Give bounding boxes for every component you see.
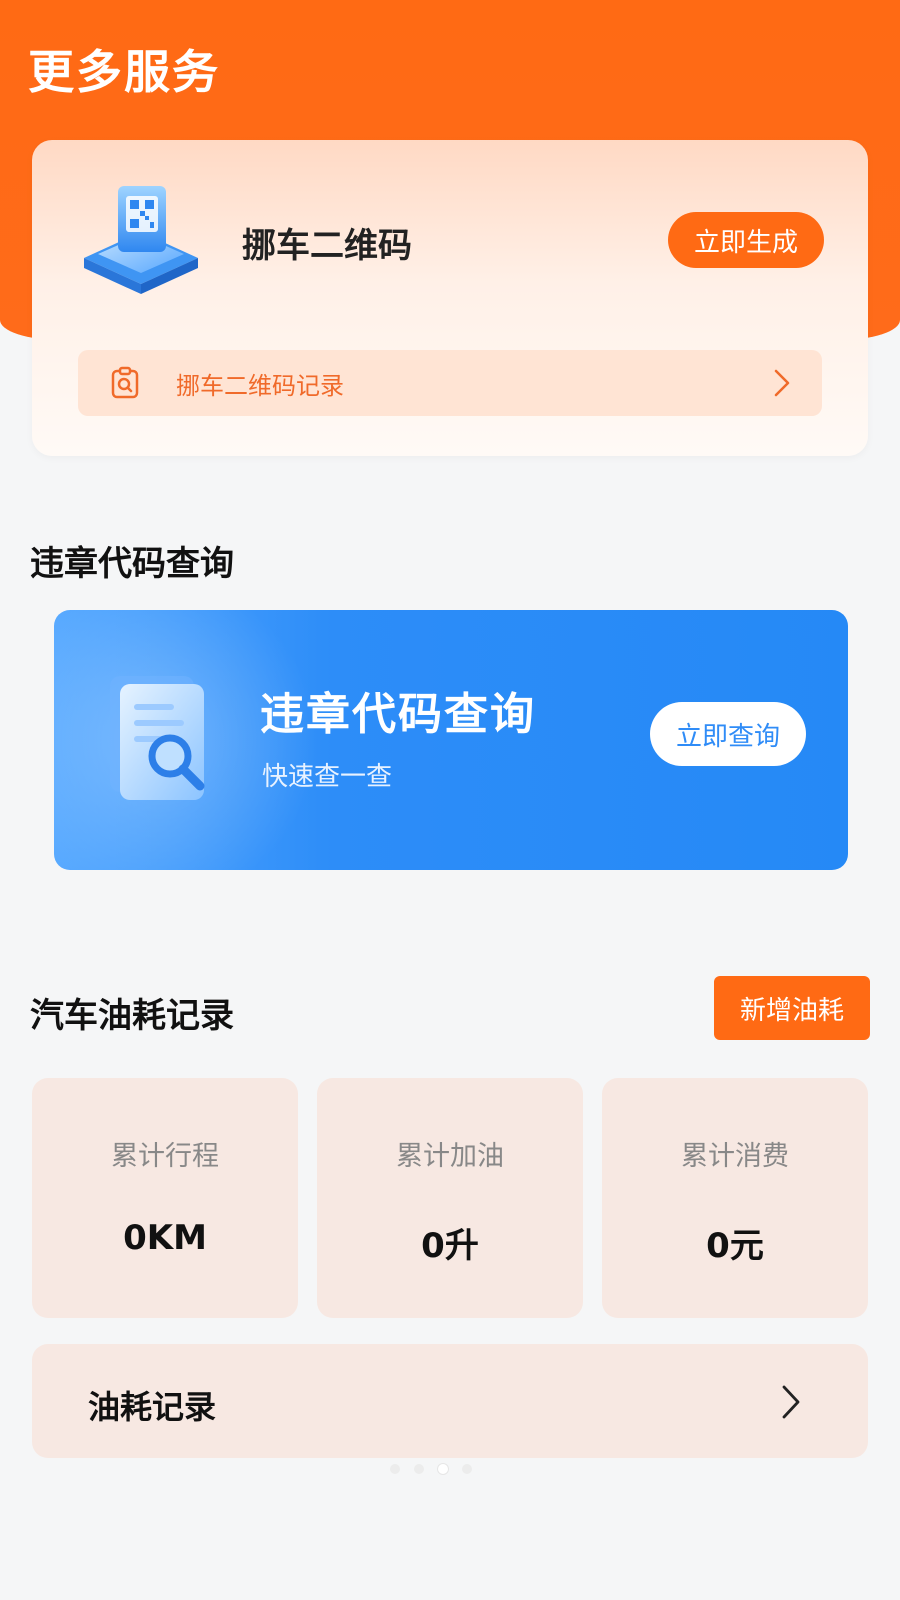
- document-search-icon: [110, 676, 205, 800]
- qr-card-title: 挪车二维码: [242, 226, 412, 266]
- stat-value: 0KM: [123, 1218, 207, 1258]
- stat-label: 累计消费: [681, 1141, 789, 1172]
- stat-total-distance: 累计行程 0KM: [32, 1078, 298, 1318]
- query-now-button[interactable]: 立即查询: [650, 702, 806, 766]
- fuel-record-link[interactable]: 油耗记录: [32, 1344, 868, 1458]
- page-title: 更多服务: [28, 45, 220, 99]
- qr-code-3d-icon: [84, 186, 198, 294]
- generate-now-button[interactable]: 立即生成: [668, 212, 824, 268]
- qr-record-link[interactable]: 挪车二维码记录: [78, 350, 822, 416]
- chevron-right-icon: [774, 369, 790, 397]
- add-fuel-button[interactable]: 新增油耗: [714, 976, 870, 1040]
- page-dot: [390, 1464, 400, 1474]
- page-dot: [462, 1464, 472, 1474]
- stat-total-cost: 累计消费 0元: [602, 1078, 868, 1318]
- stat-label: 累计行程: [111, 1141, 219, 1172]
- chevron-right-icon: [782, 1385, 800, 1419]
- banner-title: 违章代码查询: [260, 689, 536, 740]
- fuel-section-title: 汽车油耗记录: [30, 996, 234, 1036]
- banner-subtitle: 快速查一查: [262, 762, 393, 792]
- stat-label: 累计加油: [396, 1141, 504, 1172]
- fuel-record-label: 油耗记录: [88, 1388, 217, 1426]
- more-services-page: 更多服务 挪车二维码 立即生成 挪车二维码记录 违章代码查询 违章代码查询 快速…: [0, 0, 900, 1600]
- stat-value: 0元: [706, 1226, 764, 1266]
- page-indicator: [390, 1464, 472, 1474]
- violation-query-banner[interactable]: 违章代码查询 快速查一查 立即查询: [54, 610, 848, 870]
- move-car-qr-card: 挪车二维码 立即生成 挪车二维码记录: [32, 140, 868, 456]
- page-dot-active: [438, 1464, 448, 1474]
- stat-total-fuel: 累计加油 0升: [317, 1078, 583, 1318]
- violation-section-title: 违章代码查询: [30, 544, 234, 584]
- qr-record-label: 挪车二维码记录: [176, 371, 344, 400]
- clipboard-icon: [111, 366, 139, 399]
- page-dot: [414, 1464, 424, 1474]
- stat-value: 0升: [421, 1226, 479, 1266]
